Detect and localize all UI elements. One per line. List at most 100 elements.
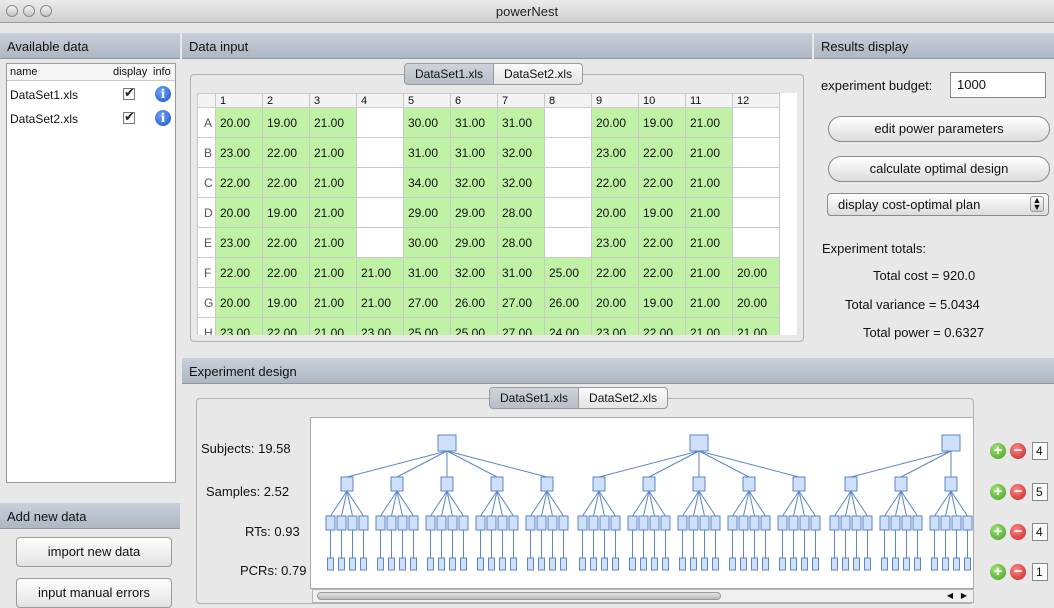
grid-column-header[interactable]: 11 (685, 93, 733, 108)
grid-cell[interactable] (356, 197, 404, 228)
plan-select[interactable]: display cost-optimal plan ▲ ▼ (827, 193, 1049, 216)
add-level-icon[interactable]: + (990, 564, 1006, 580)
grid-cell[interactable] (356, 137, 404, 168)
grid-column-header[interactable]: 4 (356, 93, 404, 108)
grid-cell[interactable]: 24.00 (544, 317, 592, 335)
grid-cell[interactable]: 22.00 (262, 167, 310, 198)
grid-cell[interactable]: 29.00 (450, 197, 498, 228)
grid-row-header[interactable]: E (197, 227, 216, 258)
grid-cell[interactable]: 23.00 (591, 137, 639, 168)
grid-cell[interactable]: 32.00 (497, 167, 545, 198)
level-count-field[interactable]: 1 (1032, 563, 1048, 581)
add-level-icon[interactable]: + (990, 443, 1006, 459)
grid-cell[interactable]: 22.00 (638, 227, 686, 258)
column-info[interactable]: info (153, 66, 171, 78)
dataset-row[interactable]: DataSet2.xls i (7, 108, 175, 130)
grid-column-header[interactable]: 7 (497, 93, 545, 108)
level-count-field[interactable]: 4 (1032, 442, 1048, 460)
grid-cell[interactable]: 21.00 (309, 257, 357, 288)
grid-cell[interactable]: 31.00 (403, 257, 451, 288)
grid-cell[interactable]: 22.00 (591, 167, 639, 198)
grid-cell[interactable]: 28.00 (497, 227, 545, 258)
remove-level-icon[interactable]: − (1010, 564, 1026, 580)
grid-row-header[interactable]: D (197, 197, 216, 228)
grid-cell[interactable]: 22.00 (262, 317, 310, 335)
grid-cell[interactable] (356, 227, 404, 258)
grid-cell[interactable]: 32.00 (450, 167, 498, 198)
grid-cell[interactable]: 21.00 (356, 257, 404, 288)
grid-cell[interactable]: 34.00 (403, 167, 451, 198)
grid-row-header[interactable]: A (197, 107, 216, 138)
grid-cell[interactable]: 21.00 (685, 197, 733, 228)
grid-column-header[interactable]: 9 (591, 93, 639, 108)
tab-dataset2[interactable]: DataSet2.xls (494, 64, 582, 84)
grid-cell[interactable]: 25.00 (450, 317, 498, 335)
grid-cell[interactable]: 20.00 (591, 197, 639, 228)
grid-cell[interactable]: 23.00 (215, 317, 263, 335)
grid-column-header[interactable]: 8 (544, 93, 592, 108)
grid-cell[interactable]: 25.00 (403, 317, 451, 335)
grid-cell[interactable] (544, 167, 592, 198)
grid-column-header[interactable]: 6 (450, 93, 498, 108)
grid-cell[interactable]: 22.00 (638, 257, 686, 288)
grid-cell[interactable]: 21.00 (309, 107, 357, 138)
grid-cell[interactable]: 27.00 (497, 287, 545, 318)
grid-cell[interactable] (732, 197, 780, 228)
horizontal-scrollbar[interactable]: ◀ ▶ (312, 589, 974, 603)
grid-cell[interactable]: 21.00 (685, 287, 733, 318)
grid-cell[interactable]: 27.00 (403, 287, 451, 318)
grid-column-header[interactable]: 3 (309, 93, 357, 108)
grid-cell[interactable]: 32.00 (497, 137, 545, 168)
grid-cell[interactable]: 23.00 (591, 227, 639, 258)
column-display[interactable]: display (113, 66, 147, 78)
grid-cell[interactable]: 19.00 (638, 197, 686, 228)
grid-column-header[interactable]: 5 (403, 93, 451, 108)
grid-cell[interactable]: 29.00 (403, 197, 451, 228)
grid-cell[interactable]: 21.00 (685, 317, 733, 335)
grid-cell[interactable]: 31.00 (450, 137, 498, 168)
grid-cell[interactable]: 19.00 (638, 107, 686, 138)
grid-column-header[interactable]: 2 (262, 93, 310, 108)
grid-cell[interactable]: 22.00 (215, 167, 263, 198)
grid-cell[interactable]: 30.00 (403, 227, 451, 258)
scroll-right-icon[interactable]: ▶ (961, 590, 967, 602)
grid-row-header[interactable]: G (197, 287, 216, 318)
grid-cell[interactable] (732, 137, 780, 168)
grid-cell[interactable]: 27.00 (497, 317, 545, 335)
grid-cell[interactable] (356, 167, 404, 198)
grid-cell[interactable]: 21.00 (685, 227, 733, 258)
grid-cell[interactable]: 20.00 (732, 257, 780, 288)
grid-cell[interactable]: 22.00 (215, 257, 263, 288)
grid-cell[interactable]: 31.00 (497, 257, 545, 288)
grid-cell[interactable] (732, 107, 780, 138)
grid-cell[interactable]: 23.00 (356, 317, 404, 335)
grid-cell[interactable] (732, 167, 780, 198)
grid-cell[interactable]: 19.00 (262, 107, 310, 138)
remove-level-icon[interactable]: − (1010, 484, 1026, 500)
budget-input[interactable]: 1000 (950, 72, 1046, 98)
tab-design-dataset1[interactable]: DataSet1.xls (490, 388, 580, 408)
grid-row-header[interactable]: C (197, 167, 216, 198)
grid-cell[interactable]: 21.00 (356, 287, 404, 318)
grid-cell[interactable]: 21.00 (309, 137, 357, 168)
display-checkbox[interactable] (123, 85, 135, 101)
grid-cell[interactable]: 21.00 (309, 317, 357, 335)
grid-cell[interactable]: 26.00 (450, 287, 498, 318)
remove-level-icon[interactable]: − (1010, 443, 1026, 459)
remove-level-icon[interactable]: − (1010, 524, 1026, 540)
info-icon[interactable]: i (155, 110, 171, 126)
grid-cell[interactable] (356, 107, 404, 138)
grid-cell[interactable]: 25.00 (544, 257, 592, 288)
calculate-optimal-design-button[interactable]: calculate optimal design (828, 156, 1050, 182)
grid-cell[interactable]: 30.00 (403, 107, 451, 138)
grid-row-header[interactable]: H (197, 317, 216, 335)
grid-cell[interactable]: 19.00 (262, 287, 310, 318)
grid-row-header[interactable]: B (197, 137, 216, 168)
grid-cell[interactable]: 20.00 (732, 287, 780, 318)
input-manual-errors-button[interactable]: input manual errors (16, 578, 172, 608)
grid-cell[interactable]: 22.00 (638, 167, 686, 198)
grid-cell[interactable]: 21.00 (309, 197, 357, 228)
grid-cell[interactable]: 20.00 (591, 287, 639, 318)
grid-cell[interactable]: 19.00 (262, 197, 310, 228)
grid-cell[interactable]: 22.00 (262, 137, 310, 168)
